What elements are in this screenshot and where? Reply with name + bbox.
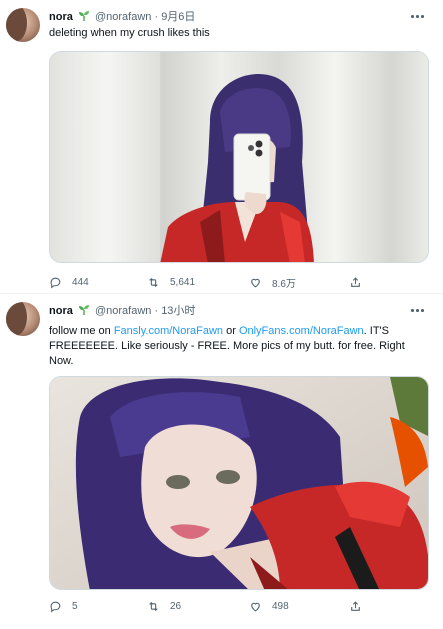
like-button[interactable]: 498 <box>249 598 289 614</box>
reply-icon <box>50 277 61 288</box>
share-button[interactable] <box>349 274 372 290</box>
tweet-header: nora @norafawn · 9月6日 <box>49 10 413 24</box>
display-name[interactable]: nora <box>49 11 73 23</box>
share-button[interactable] <box>349 598 372 614</box>
retweet-count: 5,641 <box>170 276 196 288</box>
onlyfans-link[interactable]: OnlyFans.com/NoraFawn <box>239 325 364 337</box>
handle[interactable]: @norafawn <box>95 305 151 317</box>
share-icon <box>351 276 360 287</box>
tweet-actions: 444 5,641 8.6万 <box>49 274 379 290</box>
display-name[interactable]: nora <box>49 305 73 317</box>
avatar[interactable] <box>6 302 40 336</box>
retweet-icon <box>149 277 158 287</box>
timestamp[interactable]: 9月6日 <box>161 11 195 23</box>
reply-count: 5 <box>72 600 78 612</box>
text-segment: or <box>223 325 239 337</box>
timestamp[interactable]: 13小时 <box>161 305 195 317</box>
separator: · <box>154 305 159 317</box>
tweet-text: deleting when my crush likes this <box>49 27 210 39</box>
tweet[interactable]: nora @norafawn · 9月6日 deleting when my c… <box>0 0 443 294</box>
reply-button[interactable]: 444 <box>49 274 89 290</box>
heart-icon <box>251 602 260 611</box>
photo-mirror-selfie <box>50 52 428 262</box>
more-icon[interactable] <box>411 10 425 22</box>
retweet-button[interactable]: 5,641 <box>147 274 195 290</box>
tweet-photo[interactable] <box>49 51 429 263</box>
text-segment: follow me on <box>49 325 114 337</box>
tweet-photo[interactable] <box>49 376 429 590</box>
like-count: 8.6万 <box>272 278 296 290</box>
tweet[interactable]: nora @norafawn · 13小时 follow me on Fansl… <box>0 294 443 629</box>
share-icon <box>351 600 360 611</box>
timeline: nora @norafawn · 9月6日 deleting when my c… <box>0 0 443 629</box>
retweet-count: 26 <box>170 600 182 612</box>
fansly-link[interactable]: Fansly.com/NoraFawn <box>114 325 223 337</box>
sprout-icon <box>78 305 89 315</box>
tweet-actions: 5 26 498 <box>49 598 379 614</box>
tweet-text: follow me on Fansly.com/NoraFawn or Only… <box>49 324 429 369</box>
reply-icon <box>50 601 61 612</box>
separator: · <box>154 11 159 23</box>
photo-closeup <box>50 377 428 589</box>
sprout-icon <box>78 11 89 21</box>
retweet-icon <box>149 601 158 611</box>
reply-count: 444 <box>72 276 89 288</box>
handle[interactable]: @norafawn <box>95 11 151 23</box>
retweet-button[interactable]: 26 <box>147 598 181 614</box>
like-button[interactable]: 8.6万 <box>249 274 296 290</box>
reply-button[interactable]: 5 <box>49 598 78 614</box>
avatar[interactable] <box>6 8 40 42</box>
tweet-header: nora @norafawn · 13小时 <box>49 304 413 318</box>
like-count: 498 <box>272 600 289 612</box>
more-icon[interactable] <box>411 304 425 316</box>
heart-icon <box>251 278 260 287</box>
